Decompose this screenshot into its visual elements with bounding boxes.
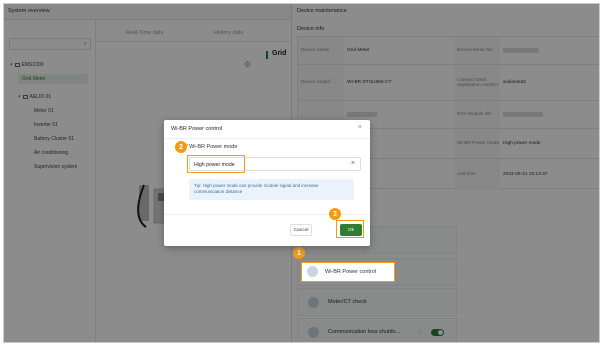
step-2-marker: 2 xyxy=(175,141,187,153)
step-1-highlight xyxy=(301,262,395,282)
step-3-marker: 3 xyxy=(329,208,341,220)
step-2-highlight xyxy=(187,155,245,173)
tip-message: Tip: High power mode can provide module … xyxy=(189,179,354,200)
close-icon[interactable]: × xyxy=(358,124,362,131)
field-label-text: Wi-BR Power mode xyxy=(189,144,238,150)
cancel-button[interactable]: Cancel xyxy=(290,224,312,236)
step-1-marker: 1 xyxy=(293,247,305,259)
app-window: System overview ⌕ ▾ EMS1000 Grid Meter ▾ A… xyxy=(3,3,600,343)
dialog-title: Wi-BR Power control xyxy=(171,126,223,132)
field-label: *Wi-BR Power mode xyxy=(186,144,237,150)
divider xyxy=(164,138,370,139)
clear-icon[interactable]: × xyxy=(351,160,355,167)
step-3-highlight xyxy=(336,220,364,238)
